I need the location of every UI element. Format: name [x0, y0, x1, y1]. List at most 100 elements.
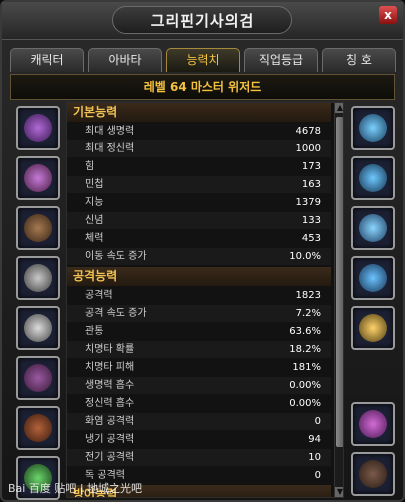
- tab-bar: 캐릭터 아바타 능력치 직업등급 칭 호: [10, 48, 396, 72]
- stat-label: 공격 속도 증가: [85, 308, 147, 319]
- stat-value: 163: [301, 179, 321, 190]
- equip-slot-hat[interactable]: [16, 106, 60, 150]
- stat-row: 관통 63.6%: [67, 323, 331, 340]
- equip-slot-amulet[interactable]: [351, 306, 395, 350]
- stat-value: 10.0%: [289, 251, 321, 262]
- amulet-icon: [359, 314, 387, 342]
- ring-icon: [359, 214, 387, 242]
- equip-slot-chest[interactable]: [16, 206, 60, 250]
- scroll-down-icon[interactable]: ▼: [335, 487, 343, 497]
- window-title: 그리핀기사의검: [150, 12, 255, 30]
- stat-value: 0.00%: [289, 380, 321, 391]
- stat-value: 1000: [295, 143, 321, 154]
- stat-label: 민첩: [85, 179, 104, 190]
- equip-slot-earring-2[interactable]: [351, 156, 395, 200]
- stat-value: 94: [308, 434, 321, 445]
- section-attack: 공격능력: [67, 267, 331, 286]
- belt-icon: [24, 264, 52, 292]
- stats-scrollbar[interactable]: ▲ ▼: [334, 103, 343, 497]
- stat-row: 치명타 확률 18.2%: [67, 341, 331, 358]
- stat-label: 정신력 흡수: [85, 398, 135, 409]
- equip-slot-weapon[interactable]: [351, 402, 395, 446]
- equip-slot-bracelet[interactable]: [16, 306, 60, 350]
- boot-icon: [24, 414, 52, 442]
- stat-label: 전기 공격력: [85, 452, 135, 463]
- stat-row: 지능 1379: [67, 194, 331, 211]
- stat-row: 공격 속도 증가 7.2%: [67, 305, 331, 322]
- stat-row: 화염 공격력 0: [67, 413, 331, 430]
- glove-icon: [24, 364, 52, 392]
- stat-value: 453: [301, 233, 321, 244]
- stat-label: 화염 공격력: [85, 416, 135, 427]
- stat-row: 체력 453: [67, 230, 331, 247]
- equip-slot-offhand[interactable]: [351, 452, 395, 496]
- stat-label: 생명력 흡수: [85, 380, 135, 391]
- earring-icon: [359, 164, 387, 192]
- stat-label: 공격력: [85, 290, 113, 301]
- stat-value: 63.6%: [289, 326, 321, 337]
- equip-slot-ring-1[interactable]: [351, 206, 395, 250]
- stat-value: 4678: [295, 126, 321, 137]
- stat-value: 133: [301, 215, 321, 226]
- stat-label: 관통: [85, 326, 104, 337]
- stat-label: 최대 생명력: [85, 126, 135, 137]
- stat-label: 냉기 공격력: [85, 434, 135, 445]
- stat-row: 공격력 1823: [67, 287, 331, 304]
- stat-value: 10: [308, 452, 321, 463]
- section-basic: 기본능력: [67, 103, 331, 122]
- stat-value: 0: [314, 470, 321, 481]
- watermark: Bai 百度 贴吧 | 地城之光吧: [8, 482, 143, 495]
- stats-panel: 기본능력 최대 생명력 4678 최대 정신력 1000 힘 173 민첩 163 지능…: [66, 102, 344, 498]
- stat-value: 1823: [295, 290, 321, 301]
- stat-row: 힘 173: [67, 158, 331, 175]
- stat-label: 치명타 피해: [85, 362, 135, 373]
- tab-character[interactable]: 캐릭터: [10, 48, 84, 72]
- tab-stats[interactable]: 능력치: [166, 48, 240, 72]
- ring-icon: [359, 264, 387, 292]
- tab-title[interactable]: 칭 호: [322, 48, 396, 72]
- stat-row: 생명력 흡수 0.00%: [67, 377, 331, 394]
- stat-label: 체력: [85, 233, 104, 244]
- tab-avatar[interactable]: 아바타: [88, 48, 162, 72]
- stat-row: 치명타 피해 181%: [67, 359, 331, 376]
- stat-value: 181%: [292, 362, 321, 373]
- equip-slot-belt[interactable]: [16, 256, 60, 300]
- stat-label: 힘: [85, 161, 95, 172]
- stat-value: 0: [314, 416, 321, 427]
- stat-row: 최대 생명력 4678: [67, 123, 331, 140]
- equip-slot-earring-1[interactable]: [351, 106, 395, 150]
- stat-label: 이동 속도 증가: [85, 251, 147, 262]
- equip-slot-shoulder[interactable]: [16, 156, 60, 200]
- bracelet-icon: [24, 314, 52, 342]
- stat-value: 173: [301, 161, 321, 172]
- stat-value: 18.2%: [289, 344, 321, 355]
- chest-icon: [24, 214, 52, 242]
- stat-row: 이동 속도 증가 10.0%: [67, 248, 331, 265]
- stat-value: 0.00%: [289, 398, 321, 409]
- stat-label: 지능: [85, 197, 104, 208]
- stat-row: 냉기 공격력 94: [67, 431, 331, 448]
- stat-value: 1379: [295, 197, 321, 208]
- title-bar: 그리핀기사의검 x: [2, 2, 403, 40]
- stat-row: 최대 정신력 1000: [67, 140, 331, 157]
- scroll-up-icon[interactable]: ▲: [335, 103, 343, 113]
- stat-row: 전기 공격력 10: [67, 449, 331, 466]
- close-button[interactable]: x: [379, 6, 397, 24]
- wand-icon: [359, 410, 387, 438]
- shoulder-icon: [24, 164, 52, 192]
- earring-icon: [359, 114, 387, 142]
- stat-row: 민첩 163: [67, 176, 331, 193]
- character-window: 그리핀기사의검 x 캐릭터 아바타 능력치 직업등급 칭 호 레벨 64 마스터…: [0, 0, 405, 502]
- hat-icon: [24, 114, 52, 142]
- equip-slot-boot[interactable]: [16, 406, 60, 450]
- stat-row: 정신력 흡수 0.00%: [67, 395, 331, 412]
- tab-job-grade[interactable]: 직업등급: [244, 48, 318, 72]
- stat-label: 최대 정신력: [85, 143, 135, 154]
- equip-slot-ring-2[interactable]: [351, 256, 395, 300]
- equip-slot-glove[interactable]: [16, 356, 60, 400]
- stat-label: 신념: [85, 215, 104, 226]
- scroll-thumb[interactable]: [336, 117, 343, 447]
- level-banner: 레벨 64 마스터 위저드: [10, 74, 395, 100]
- stat-value: 7.2%: [295, 308, 321, 319]
- stat-row: 신념 133: [67, 212, 331, 229]
